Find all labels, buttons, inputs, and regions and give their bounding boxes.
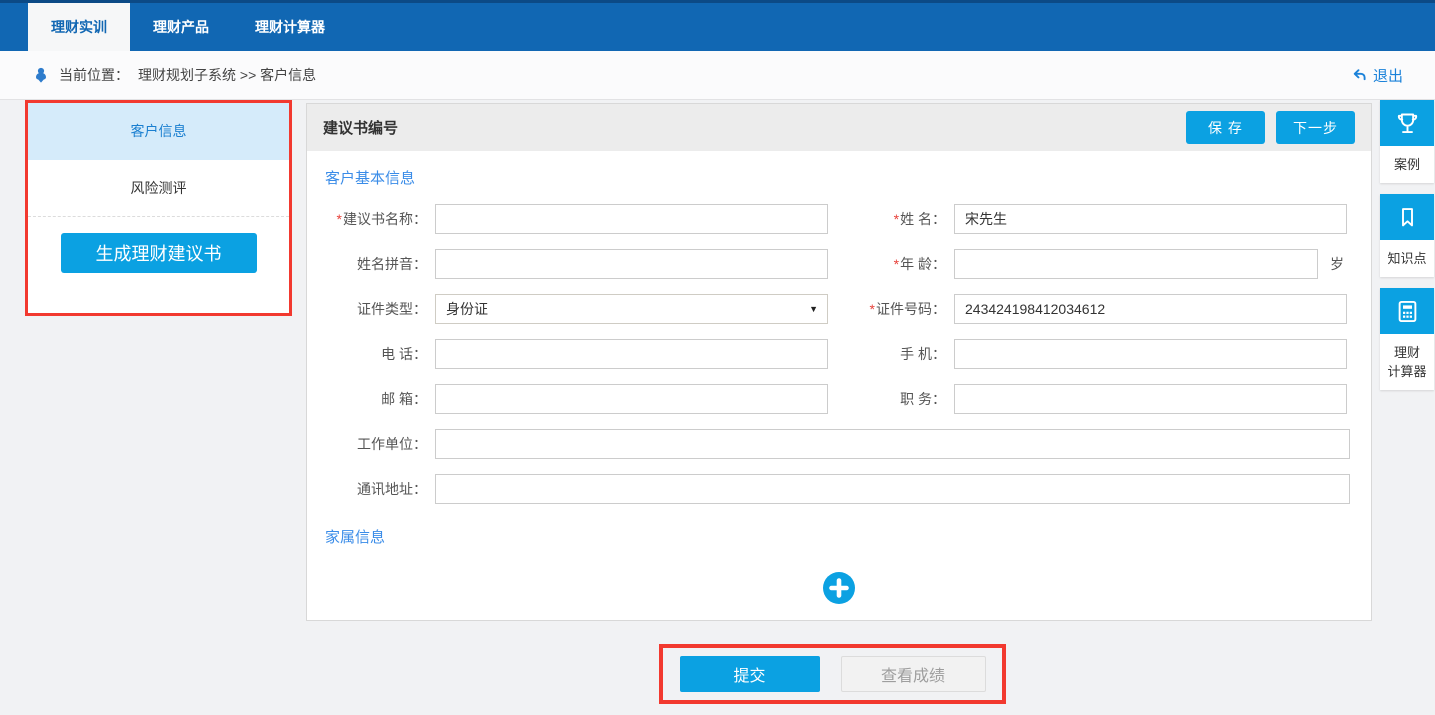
- generate-proposal-button[interactable]: 生成理财建议书: [61, 233, 257, 273]
- logout-button[interactable]: 退出: [1351, 65, 1403, 86]
- toolbar-item-case[interactable]: 案例: [1380, 100, 1434, 183]
- panel-title: 建议书编号: [323, 117, 398, 138]
- plus-icon: [822, 571, 856, 605]
- toolbar-label-calculator-line1: 理财: [1394, 345, 1420, 360]
- required-asterisk: *: [337, 211, 342, 227]
- customer-name-field: *姓 名：: [828, 204, 1347, 234]
- toolbar-item-knowledge[interactable]: 知识点: [1380, 194, 1434, 277]
- toolbar-label-calculator: 理财 计算器: [1380, 334, 1434, 390]
- toolbar-label-case: 案例: [1380, 146, 1434, 183]
- id-type-select[interactable]: 身份证▼: [435, 294, 828, 324]
- basic-info-section-title: 客户基本信息: [325, 167, 1355, 188]
- chevron-down-icon: ▼: [809, 295, 818, 323]
- save-button[interactable]: 保 存: [1186, 111, 1265, 144]
- name-pinyin-label: 姓名拼音：: [323, 254, 435, 274]
- panel-body: 客户基本信息 *建议书名称：*姓 名：姓名拼音：*年 龄：岁证件类型：身份证▼*…: [307, 151, 1371, 605]
- phone-field: 电 话：: [323, 339, 828, 369]
- required-asterisk: *: [870, 301, 875, 317]
- job-title-input[interactable]: [954, 384, 1347, 414]
- required-asterisk: *: [894, 256, 899, 272]
- side-toolbar: 案例 知识点 理财 计算器: [1380, 100, 1435, 401]
- customer-basic-info-form: *建议书名称： *姓 名： 姓名拼音： *年 龄： 岁证件类型：身份证▼*证件号码： 电 …: [323, 204, 1355, 504]
- sidebar-annotated-box: 客户信息 风险测评 生成理财建议书: [25, 100, 292, 316]
- back-arrow-icon: [1351, 67, 1368, 83]
- employer-label: 工作单位：: [323, 434, 435, 454]
- footer-annotated-box: 提交 查看成绩: [659, 644, 1006, 704]
- sidebar-item-customer-info[interactable]: 客户信息: [28, 103, 289, 160]
- age-label: *年 龄：: [828, 254, 954, 274]
- phone-label: 电 话：: [323, 344, 435, 364]
- tab-licai-chanpin[interactable]: 理财产品: [130, 3, 232, 51]
- add-family-member-button[interactable]: [822, 571, 856, 605]
- employer-field: 工作单位：: [323, 429, 1350, 459]
- phone-input[interactable]: [435, 339, 828, 369]
- tab-licai-jisuanqi[interactable]: 理财计算器: [232, 3, 348, 51]
- proposal-name-field: *建议书名称：: [323, 204, 828, 234]
- toolbar-item-calculator[interactable]: 理财 计算器: [1380, 288, 1434, 390]
- mobile-label: 手 机：: [828, 344, 954, 364]
- view-score-button[interactable]: 查看成绩: [841, 656, 986, 692]
- age-suffix: 岁: [1330, 254, 1344, 274]
- required-asterisk: *: [894, 211, 899, 227]
- logout-label: 退出: [1373, 65, 1403, 86]
- proposal-name-label: *建议书名称：: [323, 209, 435, 229]
- trophy-icon: [1380, 100, 1434, 146]
- id-type-field: 证件类型：身份证▼: [323, 294, 828, 324]
- age-field: *年 龄： 岁: [828, 249, 1344, 279]
- user-location-icon: [32, 66, 50, 84]
- submit-button[interactable]: 提交: [680, 656, 820, 692]
- proposal-name-input[interactable]: [435, 204, 828, 234]
- email-field: 邮 箱：: [323, 384, 828, 414]
- top-nav: 理财实训 理财产品 理财计算器: [0, 0, 1435, 51]
- customer-name-input[interactable]: [954, 204, 1347, 234]
- tab-licai-shixun[interactable]: 理财实训: [28, 3, 130, 51]
- next-step-button[interactable]: 下一步: [1276, 111, 1355, 144]
- email-label: 邮 箱：: [323, 389, 435, 409]
- mobile-input[interactable]: [954, 339, 1347, 369]
- breadcrumb-bar: 当前位置： 理财规划子系统 >> 客户信息 退出: [0, 51, 1435, 100]
- page: 理财实训 理财产品 理财计算器 当前位置： 理财规划子系统 >> 客户信息 退出…: [0, 0, 1435, 715]
- age-input[interactable]: [954, 249, 1318, 279]
- job-title-field: 职 务：: [828, 384, 1347, 414]
- bookmark-icon: [1380, 194, 1434, 240]
- breadcrumb-prefix: 当前位置：: [59, 65, 129, 85]
- sidebar-item-risk-assessment[interactable]: 风险测评: [28, 160, 289, 217]
- name-pinyin-input[interactable]: [435, 249, 828, 279]
- id-type-label: 证件类型：: [323, 299, 435, 319]
- address-field: 通讯地址：: [323, 474, 1350, 504]
- calculator-icon: [1380, 288, 1434, 334]
- customer-name-label: *姓 名：: [828, 209, 954, 229]
- email-input[interactable]: [435, 384, 828, 414]
- breadcrumb-path: 理财规划子系统 >> 客户信息: [138, 65, 316, 85]
- toolbar-label-calculator-line2: 计算器: [1387, 364, 1426, 379]
- address-label: 通讯地址：: [323, 479, 435, 499]
- address-input[interactable]: [435, 474, 1350, 504]
- toolbar-label-knowledge: 知识点: [1380, 240, 1434, 277]
- employer-input[interactable]: [435, 429, 1350, 459]
- family-info-section-title: 家属信息: [325, 526, 1355, 547]
- id-number-input[interactable]: [954, 294, 1347, 324]
- job-title-label: 职 务：: [828, 389, 954, 409]
- id-number-label: *证件号码：: [828, 299, 954, 319]
- panel-header: 建议书编号 保 存 下一步: [307, 104, 1371, 151]
- name-pinyin-field: 姓名拼音：: [323, 249, 828, 279]
- id-number-field: *证件号码：: [828, 294, 1347, 324]
- main-panel: 建议书编号 保 存 下一步 客户基本信息 *建议书名称： *姓 名： 姓名拼音： *年…: [306, 103, 1372, 621]
- mobile-field: 手 机：: [828, 339, 1347, 369]
